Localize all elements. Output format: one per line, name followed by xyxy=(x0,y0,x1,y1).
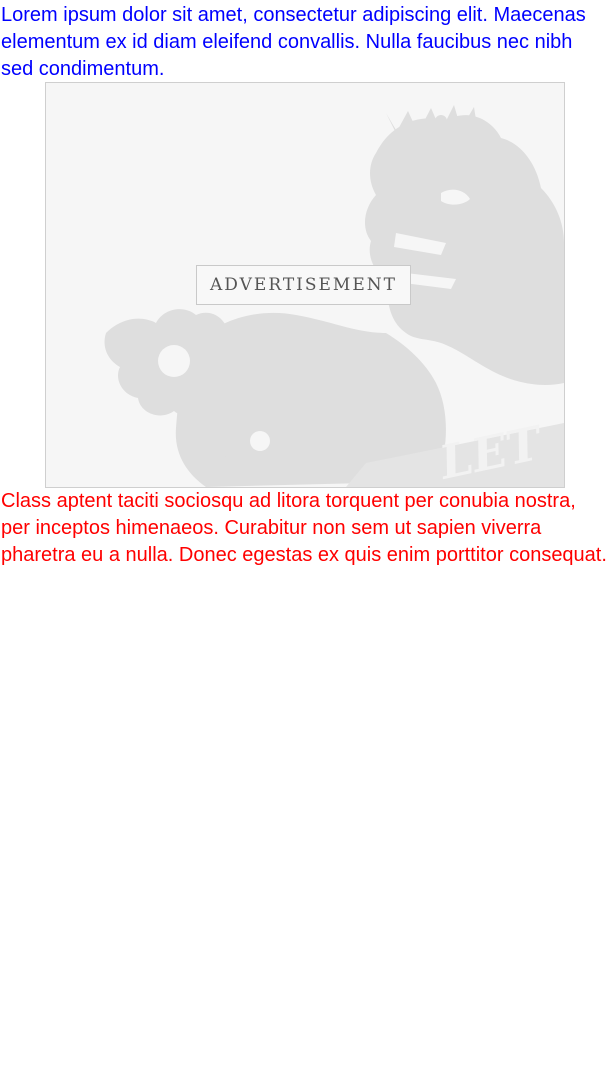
bottom-paragraph: Class aptent taciti sociosqu ad litora t… xyxy=(1,490,607,566)
top-paragraph: Lorem ipsum dolor sit amet, consectetur … xyxy=(1,4,586,80)
advertisement-label: ADVERTISEMENT xyxy=(196,265,411,305)
advertisement-placeholder[interactable]: LET ADVERTISEMENT xyxy=(45,82,565,488)
